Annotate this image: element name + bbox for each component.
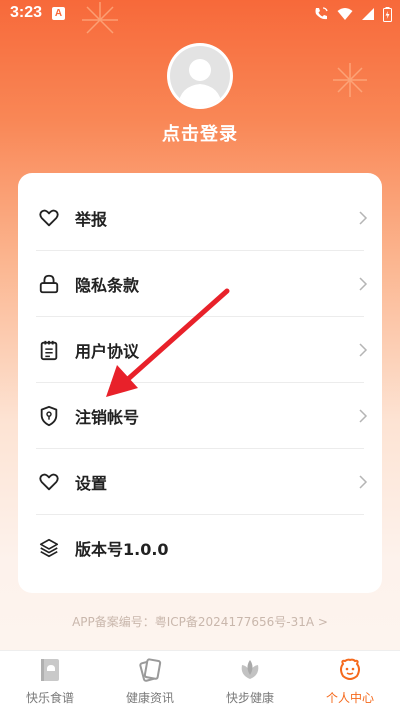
clipboard-icon xyxy=(40,340,58,361)
leaf-icon xyxy=(241,660,259,679)
menu-card: 举报 隐私条款 用户协议 注销帐号 设置 版本号1.0.0 xyxy=(18,173,382,593)
icp-record-link[interactable]: APP备案编号：粤ICP备2024177656号-31A > xyxy=(0,613,400,630)
tab-label: 快乐食谱 xyxy=(25,691,74,705)
chevron-right-icon xyxy=(359,343,368,357)
menu-item-user-agreement[interactable]: 用户协议 xyxy=(18,317,382,383)
avatar[interactable] xyxy=(167,43,233,109)
lock-icon xyxy=(39,274,59,294)
menu-item-label: 举报 xyxy=(75,210,108,229)
tab-brisk-health[interactable]: 快步健康 xyxy=(200,651,300,711)
tab-label: 个人中心 xyxy=(325,691,374,705)
login-link[interactable]: 点击登录 xyxy=(0,120,400,146)
shield-icon xyxy=(40,405,58,427)
chevron-right-icon xyxy=(359,211,368,225)
menu-item-privacy[interactable]: 隐私条款 xyxy=(18,251,382,317)
default-avatar-icon xyxy=(170,46,230,106)
menu-item-label: 版本号1.0.0 xyxy=(75,540,169,559)
a-icon: A xyxy=(52,7,65,20)
menu-item-version: 版本号1.0.0 xyxy=(18,515,382,581)
chevron-right-icon xyxy=(359,277,368,291)
wifi-icon xyxy=(337,8,353,20)
chevron-right-icon xyxy=(359,409,368,423)
bottom-tab-bar: 快乐食谱 健康资讯 快步健康 个人中心 xyxy=(0,650,400,711)
tab-label: 健康资讯 xyxy=(125,691,174,705)
firework-decoration-icon xyxy=(333,63,367,97)
battery-icon xyxy=(383,6,392,22)
menu-item-delete-account[interactable]: 注销帐号 xyxy=(18,383,382,449)
menu-item-report[interactable]: 举报 xyxy=(18,185,382,251)
status-time: 3:23 xyxy=(10,4,43,21)
menu-item-label: 设置 xyxy=(75,474,108,493)
menu-item-label: 注销帐号 xyxy=(75,408,140,427)
wifi-calling-icon xyxy=(315,7,328,20)
book-icon xyxy=(41,659,59,681)
layers-icon xyxy=(39,538,59,558)
status-bar: 3:23 A xyxy=(0,0,400,28)
tab-health-news[interactable]: 健康资讯 xyxy=(100,651,200,711)
chevron-right-icon xyxy=(359,475,368,489)
tab-happy-recipes[interactable]: 快乐食谱 xyxy=(0,651,100,711)
heart-icon xyxy=(39,209,59,227)
menu-item-settings[interactable]: 设置 xyxy=(18,449,382,515)
menu-item-label: 隐私条款 xyxy=(75,276,140,295)
signal-icon xyxy=(362,8,374,20)
heart-icon xyxy=(39,473,59,491)
smiley-icon xyxy=(340,658,360,680)
cards-icon xyxy=(139,658,162,682)
menu-item-label: 用户协议 xyxy=(75,342,140,361)
tab-label: 快步健康 xyxy=(225,691,274,705)
tab-personal-center[interactable]: 个人中心 xyxy=(300,651,400,711)
